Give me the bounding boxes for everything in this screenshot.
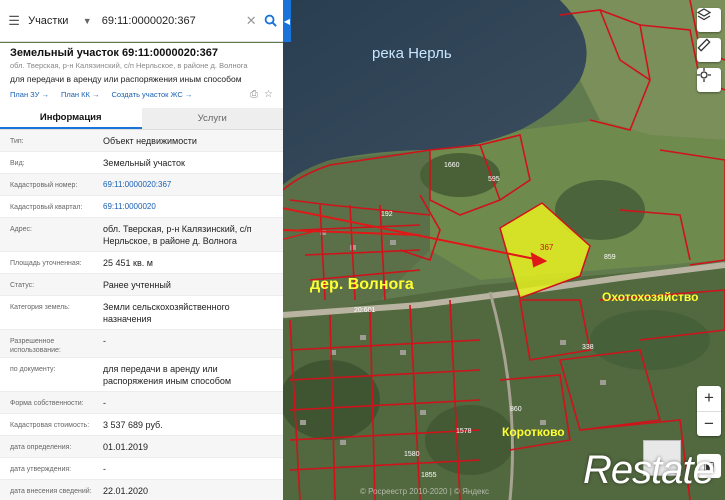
search-icon [264,14,278,27]
search-bar: ☰ Участки ▼ ✕ [0,0,283,42]
plan-zu-link[interactable]: План ЗУ → [10,90,49,99]
table-row: Площадь уточненная: 25 451 кв. м [0,252,283,274]
print-icon[interactable]: ⎙ [250,89,258,100]
watermark-logo: Restate [583,448,715,492]
svg-text:1855: 1855 [421,472,437,479]
svg-text:859: 859 [604,254,616,261]
table-row: дата внесения сведений: 22.01.2020 [0,480,283,500]
zoom-in-button[interactable]: + [697,386,721,412]
menu-icon[interactable]: ☰ [0,13,28,29]
search-button[interactable] [259,14,283,27]
table-row: Статус: Ранее учтенный [0,274,283,296]
river-label: река Нерль [372,45,452,62]
svg-text:367: 367 [540,243,554,252]
parcel-purpose: для передачи в аренду или распоряжения и… [10,74,242,84]
locate-button[interactable] [697,68,721,92]
category-select[interactable]: Участки ▼ [28,15,96,27]
svg-text:860: 860 [510,406,522,413]
table-row: дата утверждения: - [0,458,283,480]
collapse-panel-button[interactable]: ◀ [283,0,291,42]
star-icon[interactable]: ☆ [264,89,273,100]
chevron-left-icon: ◀ [283,16,291,26]
svg-text:1660: 1660 [444,162,460,169]
attributes-table: Тип: Объект недвижимости Вид: Земельный уч… [0,130,283,500]
table-row: Адрес: обл. Тверская, р-н Калязинский, с/… [0,218,283,252]
search-input[interactable] [95,8,244,33]
table-row: Вид: Земельный участок [0,152,283,174]
table-row: Кадастровый номер: 69:11:0000020:367 [0,174,283,196]
cadastral-number-link[interactable]: 69:11:0000020:367 [103,174,277,195]
svg-text:1578: 1578 [456,428,472,435]
layers-icon [697,8,711,21]
info-panel: Земельный участок 69:11:0000020:367 обл.… [0,43,283,500]
chevron-down-icon: ▼ [82,15,92,26]
map-attribution: © Росреестр 2010-2020 | © Яндекс [360,487,490,496]
hunting-label: Охотохозяйство [602,290,699,304]
svg-text:1580: 1580 [404,451,420,458]
zoom-control: + − [697,386,721,436]
table-row: Кадастровый квартал: 69:11:0000020 [0,196,283,218]
tab-bar: Информация Услуги [0,108,283,130]
locate-icon [697,68,711,82]
table-row: Категория земель: Земли сельскохозяйствен… [0,296,283,330]
link-icons: ⎙ ☆ [250,89,273,100]
table-row: по документу: для передачи в аренду или р… [0,358,283,392]
close-icon[interactable]: ✕ [244,13,259,29]
plan-kk-link[interactable]: План КК → [61,90,100,99]
parcel-links: План ЗУ → План КК → Создать участок ЖС →… [0,84,283,100]
table-row: Тип: Объект недвижимости [0,130,283,152]
table-row: Форма собственности: - [0,392,283,414]
svg-text:20:601: 20:601 [354,307,376,314]
svg-text:595: 595 [488,176,500,183]
svg-text:192: 192 [381,211,393,218]
zoom-out-button[interactable]: − [697,412,721,437]
category-value: Участки [28,14,69,27]
table-row: Кадастровая стоимость: 3 537 689 руб. [0,414,283,436]
create-parcel-link[interactable]: Создать участок ЖС → [111,90,192,99]
table-row: дата определения: 01.01.2019 [0,436,283,458]
parcel-subtitle: обл. Тверская, р-н Калязинский, с/п Нерл… [10,61,248,70]
village-label: дер. Волнога [310,276,414,293]
table-row: Разрешенное использование: - [0,330,283,358]
cadastral-quarter-link[interactable]: 69:11:0000020 [103,196,277,217]
tab-info[interactable]: Информация [0,108,142,129]
tab-services[interactable]: Услуги [141,108,283,129]
ruler-button[interactable] [697,38,721,62]
parcel-title: Земельный участок 69:11:0000020:367 [10,47,219,59]
ruler-icon [697,38,711,52]
korotkovo-label: Коротково [502,425,565,439]
svg-text:338: 338 [582,344,594,351]
layers-button[interactable] [697,8,721,32]
